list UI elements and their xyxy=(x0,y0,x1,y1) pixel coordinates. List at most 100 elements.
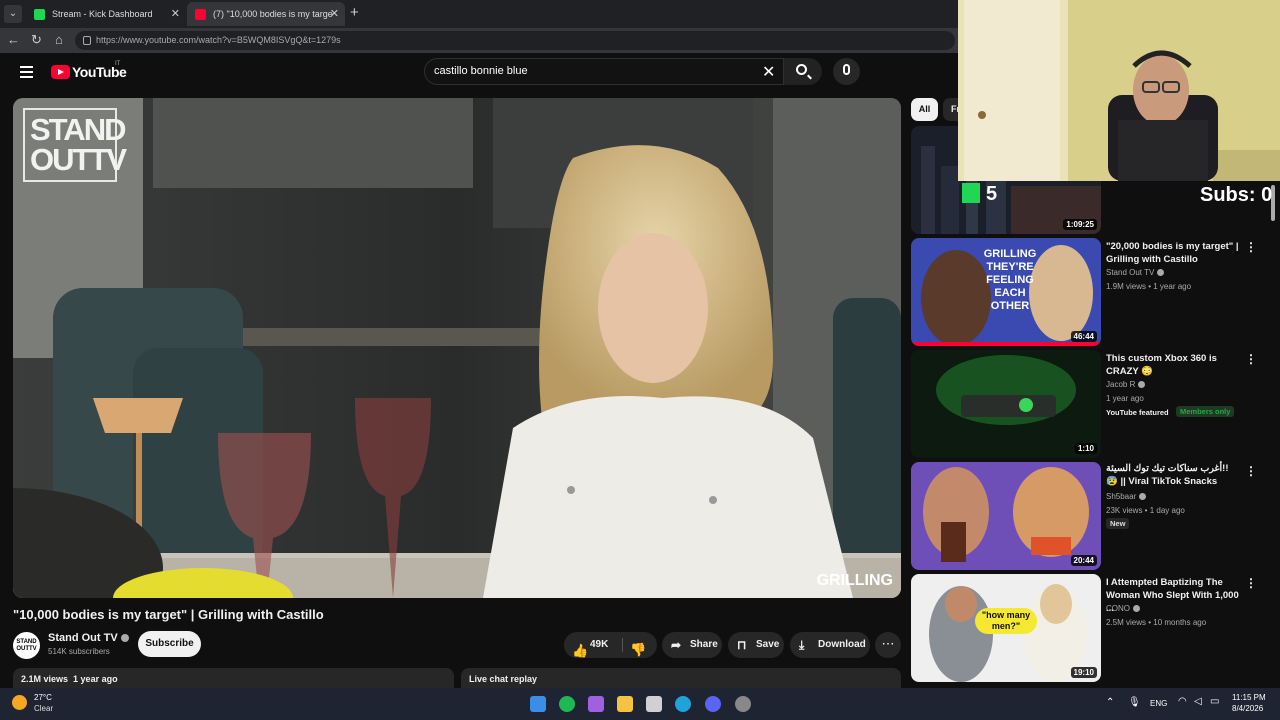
video-thumbnail[interactable]: 20:44 xyxy=(911,462,1101,570)
clock-time[interactable]: 11:15 PM xyxy=(1232,693,1266,702)
youtube-favicon-icon xyxy=(195,9,206,20)
duration-badge: 19:10 xyxy=(1070,667,1097,678)
recommendation-item[interactable]: 1:10 This custom Xbox 360 is CRAZY 😳 Jac… xyxy=(911,350,1271,458)
like-count[interactable]: 49K xyxy=(590,632,608,658)
verified-icon xyxy=(120,634,129,643)
discord-icon[interactable] xyxy=(705,696,721,712)
search-icon xyxy=(796,64,807,75)
recommendation-item[interactable]: GRILLING THEY'RE FEELING EACH OTHER 46:4… xyxy=(911,238,1271,346)
file-explorer-icon[interactable] xyxy=(617,696,633,712)
recommendation-channel[interactable]: Jacob R xyxy=(1106,380,1146,389)
close-tab-icon[interactable]: ✕ xyxy=(330,2,339,26)
verified-icon xyxy=(1133,605,1140,613)
youtube-play-icon xyxy=(51,65,70,79)
subscriber-count: 514K subscribers xyxy=(48,647,110,656)
more-options-icon[interactable]: ⋮ xyxy=(1245,240,1257,254)
save-button[interactable]: ⊓ Save xyxy=(728,632,784,658)
upload-age: 1 year ago xyxy=(73,674,118,684)
recommendation-channel[interactable]: CONO xyxy=(1106,604,1140,613)
kick-viewers-text: 5 xyxy=(986,183,998,205)
home-icon[interactable]: ⌂ xyxy=(55,32,63,47)
more-options-icon[interactable]: ⋮ xyxy=(1245,576,1257,590)
live-chat-replay[interactable]: Live chat replay xyxy=(461,668,901,688)
grilling-watermark: GRILLING xyxy=(816,572,893,589)
weather-temperature: 27°C xyxy=(34,693,52,702)
search-button[interactable] xyxy=(784,58,822,85)
video-thumbnail[interactable]: 1:10 xyxy=(911,350,1101,458)
thumbnail-caption: GRILLING THEY'RE FEELING EACH OTHER xyxy=(983,248,1037,312)
microsoft-store-icon[interactable] xyxy=(646,696,662,712)
language-indicator[interactable]: ENG xyxy=(1150,699,1167,708)
recommendation-meta: 1.9M views • 1 year ago xyxy=(1106,282,1192,291)
video-thumbnail[interactable]: "how many men?" 19:10 xyxy=(911,574,1101,682)
lock-icon xyxy=(83,36,91,45)
battery-icon[interactable]: ▭ xyxy=(1210,696,1219,707)
download-icon: ⤓ xyxy=(799,638,805,652)
start-menu-icon[interactable] xyxy=(530,696,546,712)
more-options-icon[interactable]: ⋮ xyxy=(1245,352,1257,366)
video-player[interactable]: STAND OUTTV GRILLING xyxy=(13,98,901,598)
recommendation-title[interactable]: This custom Xbox 360 is CRAZY 😳 xyxy=(1106,352,1240,378)
recommendation-channel[interactable]: Stand Out TV xyxy=(1106,268,1165,277)
duration-badge: 1:09:25 xyxy=(1063,219,1097,230)
subscribe-button[interactable]: Subscribe xyxy=(138,631,201,657)
obs-icon[interactable] xyxy=(735,696,751,712)
recommendation-title[interactable]: أغرب سناكات تيك توك السيئة!! 😰 || Viral … xyxy=(1106,462,1240,488)
video-thumbnail[interactable]: GRILLING THEY'RE FEELING EACH OTHER 46:4… xyxy=(911,238,1101,346)
new-tab-icon[interactable]: + xyxy=(350,4,359,21)
like-icon[interactable]: 👍 xyxy=(572,638,588,664)
back-arrow-icon[interactable]: ← xyxy=(7,32,20,47)
weather-description: Clear xyxy=(34,704,54,713)
clock-date[interactable]: 8/4/2026 xyxy=(1232,704,1263,713)
like-dislike-group: 👍 49K 👎 xyxy=(564,632,657,658)
tab-kick-dashboard[interactable]: Stream - Kick Dashboard ✕ xyxy=(26,2,186,26)
more-options-icon[interactable]: ⋮ xyxy=(1245,464,1257,478)
clear-search-icon[interactable]: ✕ xyxy=(762,62,775,82)
recommendation-item[interactable]: 20:44 أغرب سناكات تيك توك السيئة!! 😰 || … xyxy=(911,462,1271,570)
recommendation-item[interactable]: "how many men?" 19:10 I Attempted Baptiz… xyxy=(911,574,1271,682)
description-box[interactable]: 2.1M views 1 year ago xyxy=(13,668,454,688)
recommendation-title[interactable]: "20,000 bodies is my target" | Grilling … xyxy=(1106,240,1240,266)
verified-icon xyxy=(1157,269,1165,277)
tab-list-button[interactable]: ⌄ xyxy=(4,5,22,23)
verified-icon xyxy=(1138,381,1146,389)
reload-icon[interactable]: ↻ xyxy=(31,32,42,48)
channel-name-text: Stand Out TV xyxy=(48,632,118,644)
windows-taskbar: 27°C Clear ⌃ 🎙 ENG ◠ ◁ ▭ 11:15 PM 8/4/20… xyxy=(0,688,1280,720)
channel-avatar[interactable]: STAND OUTTV xyxy=(13,632,40,659)
edge-browser-icon[interactable] xyxy=(675,696,691,712)
voice-search-button[interactable] xyxy=(833,58,860,85)
channel-text: Jacob R xyxy=(1106,380,1136,389)
kick-viewer-count: 5 xyxy=(962,183,997,206)
dislike-icon[interactable]: 👎 xyxy=(630,637,646,663)
view-count: 2.1M views xyxy=(21,674,69,684)
weather-icon[interactable] xyxy=(12,695,27,710)
microphone-tray-icon[interactable]: 🎙 xyxy=(1128,697,1141,708)
spotify-icon[interactable] xyxy=(559,696,575,712)
more-actions-icon[interactable]: ⋯ xyxy=(875,632,901,658)
menu-icon[interactable] xyxy=(20,66,33,78)
thumbnail-image xyxy=(911,350,1101,458)
url-field[interactable]: https://www.youtube.com/watch?v=B5WQM8IS… xyxy=(75,31,955,50)
verified-icon xyxy=(1139,493,1147,501)
volume-icon[interactable]: ◁ xyxy=(1194,696,1202,707)
tab-youtube-video[interactable]: (7) "10,000 bodies is my targe ✕ xyxy=(187,2,345,26)
chevron-up-icon[interactable]: ⌃ xyxy=(1106,697,1114,708)
channel-text: Sh5baar xyxy=(1106,492,1137,501)
download-label: Download xyxy=(818,639,866,650)
url-text: https://www.youtube.com/watch?v=B5WQM8IS… xyxy=(96,35,341,45)
download-button[interactable]: ⤓ Download xyxy=(790,632,870,658)
channel-name[interactable]: Stand Out TV xyxy=(48,632,129,644)
chip-all[interactable]: All xyxy=(911,98,938,121)
recommendation-channel[interactable]: Sh5baar xyxy=(1106,492,1147,501)
members-only-badge: Members only xyxy=(1176,406,1235,417)
copilot-icon[interactable] xyxy=(588,696,604,712)
wifi-icon[interactable]: ◠ xyxy=(1178,696,1187,707)
search-input[interactable]: castillo bonnie blue xyxy=(424,58,784,85)
share-button[interactable]: ➦ Share xyxy=(662,632,722,658)
recommendation-meta: 1 year ago xyxy=(1106,394,1144,403)
close-tab-icon[interactable]: ✕ xyxy=(171,2,180,26)
duration-badge: 46:44 xyxy=(1070,331,1097,342)
duration-badge: 1:10 xyxy=(1074,443,1097,454)
microphone-icon xyxy=(843,64,850,75)
